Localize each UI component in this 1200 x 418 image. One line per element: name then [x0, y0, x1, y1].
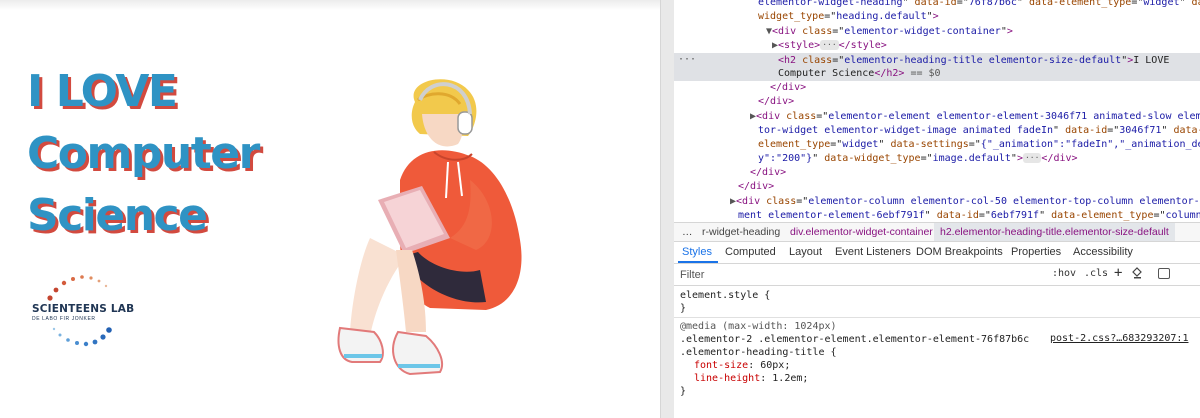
stylesheet-source-link[interactable]: post-2.css?…683293207:1 [1050, 333, 1188, 344]
logo-name: SCIENTEENS LAB [32, 303, 135, 315]
css-property-value[interactable]: 1.2em; [772, 373, 808, 384]
tree-line[interactable]: ment elementor-element-6ebf791f" data-id… [738, 209, 1200, 222]
tab-accessibility[interactable]: Accessibility [1073, 246, 1133, 258]
dom-breadcrumb: … r-widget-heading div.elementor-widget-… [674, 222, 1200, 242]
tree-node-image-widget[interactable]: ▶<div class="elementor-element elementor… [750, 110, 1200, 124]
devtools-panel: ··· elementor-widget-heading" data-id="7… [674, 0, 1200, 418]
tree-node-h2-selected[interactable]: <h2 class="elementor-heading-title eleme… [778, 54, 1169, 68]
logo-dots-arc-bottom-icon [52, 327, 112, 347]
devtools-resize-handle[interactable] [660, 0, 674, 418]
rule-close-brace: } [680, 386, 687, 397]
breadcrumb-overflow[interactable]: … [682, 226, 693, 238]
logo-dots-arc-icon [47, 275, 108, 301]
css-property-name[interactable]: font-size [694, 360, 748, 371]
element-classes-button[interactable]: .cls [1084, 268, 1108, 279]
elements-dom-tree[interactable]: ··· elementor-widget-heading" data-id="7… [674, 0, 1200, 222]
rule-selector[interactable]: .elementor-2 .elementor-element.elemento… [680, 333, 1029, 346]
css-declaration[interactable]: line-height: 1.2em; [694, 372, 808, 385]
paint-bucket-icon[interactable] [1132, 267, 1143, 282]
tab-dom-breakpoints[interactable]: DOM Breakpoints [916, 246, 1003, 258]
styles-filter-bar: :hov .cls + [674, 264, 1200, 286]
tree-line[interactable]: </div> [758, 95, 794, 109]
toggle-element-state-button[interactable]: :hov [1052, 268, 1076, 279]
styles-filter-input[interactable] [680, 267, 1020, 283]
styles-rules-list: element.style { } @media (max-width: 102… [674, 286, 1200, 418]
tree-line[interactable]: y":"200"}" data-widget_type="image.defau… [758, 152, 1078, 166]
css-property-name[interactable]: line-height [694, 373, 760, 384]
tree-line[interactable]: </div> [750, 166, 786, 180]
active-tab-indicator [678, 261, 718, 263]
tab-event-listeners[interactable]: Event Listeners [835, 246, 911, 258]
tree-node-style[interactable]: ▶<style> ··· </style> [772, 39, 887, 53]
css-property-value[interactable]: 60px; [760, 360, 790, 371]
rule-selector[interactable]: .elementor-heading-title { [680, 346, 837, 359]
logo-tagline: DE LABO FIR JONKER [32, 316, 96, 322]
tree-node-h2-text[interactable]: Computer Science</h2> == $0 [778, 67, 941, 81]
tree-line[interactable]: elementor-widget-heading" data-id="76f87… [758, 0, 1200, 10]
tree-line[interactable]: widget_type="heading.default"> [758, 10, 939, 24]
rule-close-brace: } [680, 303, 687, 314]
viewport-top-shade [0, 0, 660, 10]
tab-computed[interactable]: Computed [725, 246, 776, 258]
tab-styles[interactable]: Styles [682, 246, 712, 258]
css-declaration[interactable]: font-size: 60px; [694, 359, 790, 372]
tree-line[interactable]: </div> [738, 180, 774, 194]
tree-node-column[interactable]: ▶<div class="elementor-column elementor-… [730, 195, 1200, 209]
tab-properties[interactable]: Properties [1011, 246, 1061, 258]
toggle-sidebar-icon[interactable] [1158, 268, 1170, 279]
breadcrumb-item[interactable]: div.elementor-widget-container [790, 226, 933, 238]
styles-pane-tabs: Styles Computed Layout Event Listeners D… [674, 242, 1200, 264]
tab-layout[interactable]: Layout [789, 246, 822, 258]
hero-heading-line-1: I LOVE [27, 66, 178, 117]
new-style-rule-button[interactable]: + [1114, 265, 1122, 281]
node-actions-ellipsis[interactable]: ··· [678, 54, 696, 65]
media-query: @media (max-width: 1024px) [680, 321, 837, 332]
person-reading-tablet-illustration [337, 79, 522, 376]
hero-heading-line-2: Computer [27, 128, 260, 179]
breadcrumb-item-active[interactable]: h2.elementor-heading-title.elementor-siz… [934, 223, 1175, 241]
webpage-viewport: I LOVE Computer Science SCIENTEENS LAB D… [0, 0, 660, 418]
tree-line[interactable]: </div> [770, 81, 806, 95]
tree-node-widget-container[interactable]: ▼<div class="elementor-widget-container"… [766, 25, 1013, 39]
rule-divider [674, 317, 1200, 318]
breadcrumb-item[interactable]: r-widget-heading [702, 226, 780, 238]
tree-line[interactable]: tor-widget elementor-widget-image animat… [758, 124, 1200, 138]
hero-heading-line-3: Science [27, 190, 208, 241]
element-style-selector[interactable]: element.style { [680, 289, 770, 302]
tree-line[interactable]: element_type="widget" data-settings="{"_… [758, 138, 1200, 152]
scienteens-lab-logo[interactable]: SCIENTEENS LAB DE LABO FIR JONKER [30, 268, 140, 358]
